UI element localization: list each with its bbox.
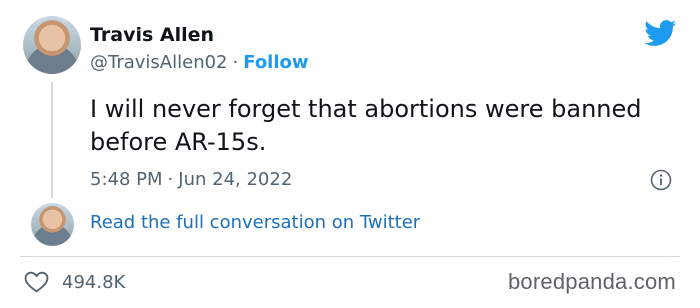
timestamp-separator: ·	[167, 169, 174, 190]
divider	[20, 256, 680, 257]
author-name[interactable]: Travis Allen	[90, 24, 214, 46]
author-handle[interactable]: @TravisAllen02	[90, 52, 228, 73]
tweet-date[interactable]: Jun 24, 2022	[178, 169, 292, 190]
heart-icon[interactable]	[24, 271, 49, 293]
follow-button[interactable]: Follow	[243, 52, 308, 73]
tweet-text: I will never forget that abortions were …	[90, 95, 642, 156]
read-conversation-link[interactable]: Read the full conversation on Twitter	[90, 212, 420, 233]
thread-line	[51, 82, 53, 198]
tweet-timestamp[interactable]: 5:48 PM · Jun 24, 2022	[90, 169, 292, 190]
info-icon[interactable]	[650, 169, 672, 191]
separator: ·	[232, 52, 239, 73]
reply-avatar[interactable]	[31, 203, 74, 246]
like-count: 494.8K	[62, 272, 126, 293]
twitter-bird-icon[interactable]	[644, 20, 677, 47]
watermark: boredpanda.com	[508, 269, 676, 294]
author-avatar[interactable]	[23, 16, 81, 74]
handle-row: @TravisAllen02 · Follow	[90, 52, 309, 73]
tweet-time[interactable]: 5:48 PM	[90, 169, 163, 190]
